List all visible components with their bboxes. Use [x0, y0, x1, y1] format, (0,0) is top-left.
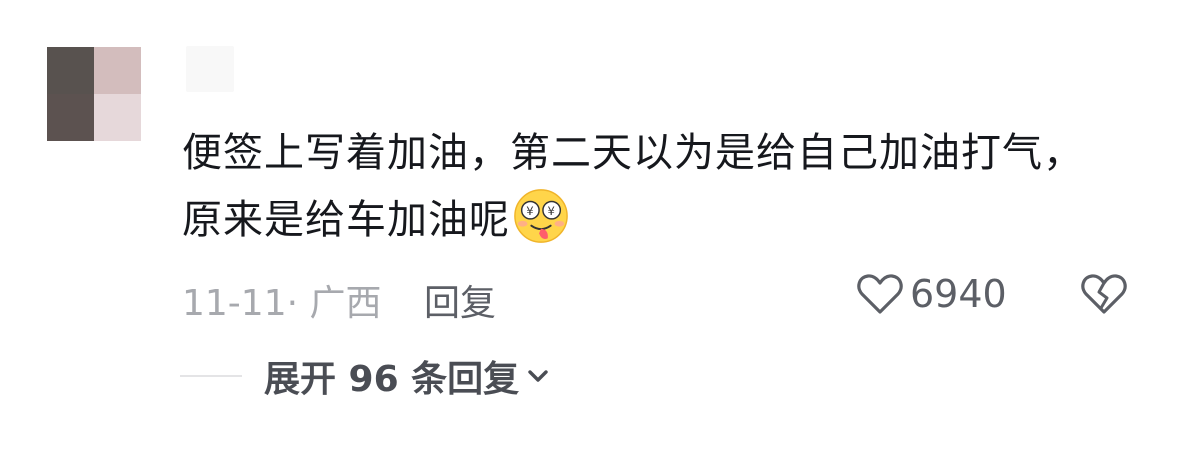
reply-button[interactable]: 回复 [424, 274, 496, 326]
date-location: 11-11· 广西 [182, 283, 382, 324]
avatar-tile [47, 94, 94, 141]
dislike-button[interactable] [1080, 272, 1128, 320]
comment-text: 便签上写着加油，第二天以为是给自己加油打气，原来是给车加油呢 [182, 130, 1084, 243]
comment-meta-row: 11-11· 广西 回复 6940 [182, 266, 1142, 324]
like-count: 6940 [910, 272, 1007, 316]
avatar-tile [94, 94, 141, 141]
heart-icon [857, 274, 903, 314]
svg-text:¥: ¥ [526, 204, 534, 218]
expand-replies-label: 展开 96 条回复 [264, 359, 520, 400]
username-redacted[interactable] [186, 46, 234, 92]
avatar-tile [47, 47, 94, 94]
comment-body: 便签上写着加油，第二天以为是给自己加油打气，原来是给车加油呢 ¥ ¥ [182, 120, 1102, 254]
avatar[interactable] [47, 47, 141, 141]
svg-text:¥: ¥ [547, 204, 555, 218]
like-button[interactable]: 6940 [856, 272, 1007, 316]
broken-heart-icon [1081, 274, 1127, 314]
expand-replies[interactable]: 展开 96 条回复 [180, 350, 553, 402]
star-struck-tongue-emoji-icon: ¥ ¥ [514, 189, 568, 243]
chevron-down-icon [528, 370, 548, 382]
avatar-tile [94, 47, 141, 94]
divider-line [180, 375, 242, 377]
